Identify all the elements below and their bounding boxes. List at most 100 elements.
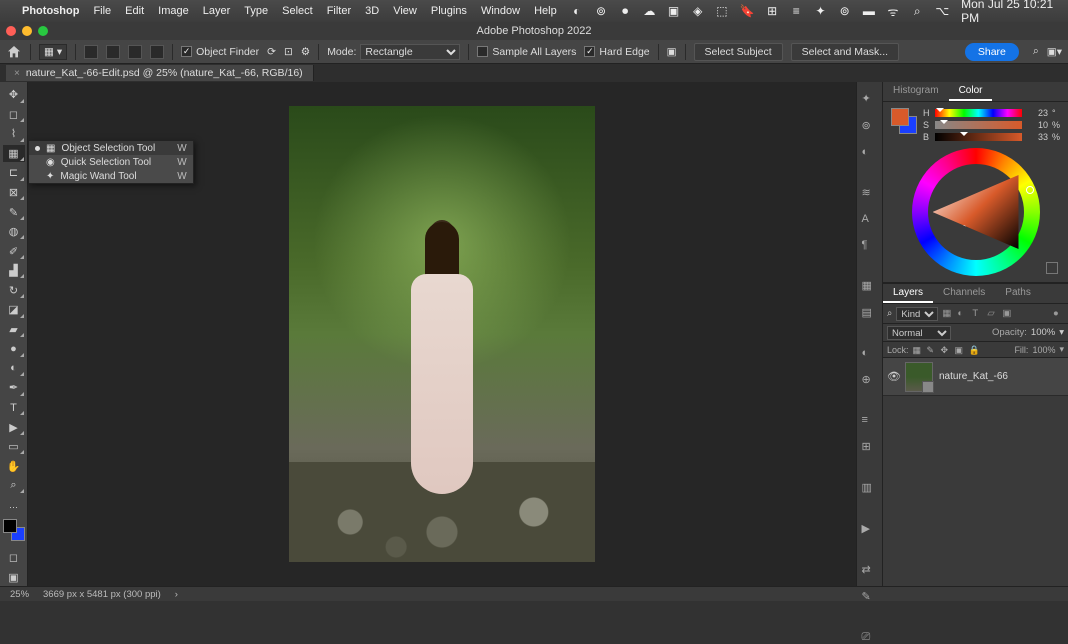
tab-color[interactable]: Color (949, 82, 993, 101)
lasso-tool[interactable]: ⌇ (3, 125, 25, 143)
tab-channels[interactable]: Channels (933, 284, 995, 303)
healing-brush-tool[interactable]: ◍ (3, 223, 25, 241)
status-chevron-icon[interactable]: › (175, 589, 178, 600)
menu-file[interactable]: File (93, 5, 111, 17)
panel-icon[interactable]: ⊞ (862, 440, 878, 453)
select-and-mask-button[interactable]: Select and Mask... (791, 43, 899, 61)
layer-thumbnail[interactable] (905, 362, 933, 392)
wifi-icon[interactable]: ⊚ (839, 4, 851, 18)
hue-slider[interactable] (935, 109, 1022, 117)
tab-paths[interactable]: Paths (995, 284, 1041, 303)
control-center-icon[interactable]: ⌥ (935, 4, 949, 18)
panel-icon[interactable]: ▦ (862, 279, 878, 292)
filter-kind-select[interactable]: Kind (896, 307, 938, 321)
status-icon[interactable]: ⏺ (619, 4, 631, 18)
filter-type-icon[interactable]: T (972, 308, 983, 319)
menu-3d[interactable]: 3D (365, 5, 379, 17)
marquee-tool[interactable]: ◻ (3, 106, 25, 124)
type-tool[interactable]: T (3, 399, 25, 417)
home-icon[interactable] (6, 44, 22, 60)
document-canvas[interactable] (289, 106, 595, 562)
menu-view[interactable]: View (393, 5, 417, 17)
panel-icon[interactable]: ▶ (862, 522, 878, 535)
panel-icon[interactable]: ◐ (862, 146, 878, 158)
zoom-level[interactable]: 25% (10, 589, 29, 600)
status-icon[interactable]: ◐ (571, 4, 583, 18)
lock-transparent-icon[interactable]: ▦ (913, 345, 923, 355)
gradient-tool[interactable]: ▰ (3, 321, 25, 339)
flyout-magic-wand[interactable]: ✦Magic Wand ToolW (29, 169, 193, 183)
status-icon[interactable]: ⊚ (595, 4, 607, 18)
tab-layers[interactable]: Layers (883, 284, 933, 303)
menu-select[interactable]: Select (282, 5, 313, 17)
status-icon[interactable]: 🔖 (740, 4, 754, 18)
object-selection-tool[interactable]: ▦ (3, 145, 25, 163)
filter-shape-icon[interactable]: ▱ (987, 308, 998, 319)
tab-histogram[interactable]: Histogram (883, 82, 949, 101)
panel-icon[interactable]: ✦ (862, 92, 878, 105)
status-icon[interactable]: ≡ (790, 4, 802, 18)
panel-icon[interactable]: ⇄ (862, 563, 878, 576)
filter-toggle-icon[interactable]: ● (1053, 308, 1064, 319)
app-name[interactable]: Photoshop (22, 5, 79, 17)
fill-value[interactable]: 100% (1032, 345, 1055, 355)
bri-value[interactable]: 33 (1026, 132, 1048, 142)
filter-search-icon[interactable]: ⌕ (887, 308, 892, 319)
menu-layer[interactable]: Layer (203, 5, 231, 17)
panel-icon[interactable]: ▥ (862, 481, 878, 494)
document-tab[interactable]: × nature_Kat_-66-Edit.psd @ 25% (nature_… (6, 65, 314, 81)
pen-tool[interactable]: ✒ (3, 379, 25, 397)
edit-toolbar-icon[interactable]: ⋯ (9, 502, 18, 513)
select-subject-button[interactable]: Select Subject (694, 43, 783, 61)
blur-tool[interactable]: ● (3, 340, 25, 358)
close-tab-icon[interactable]: × (14, 68, 20, 79)
menu-filter[interactable]: Filter (327, 5, 351, 17)
foreground-background-colors[interactable] (3, 519, 25, 540)
panel-icon[interactable]: ≡ (862, 414, 878, 426)
panel-icon[interactable]: ◐ (862, 347, 878, 359)
close-button[interactable] (6, 26, 16, 36)
sat-value[interactable]: 10 (1026, 120, 1048, 130)
add-selection-icon[interactable] (106, 45, 120, 59)
doc-dimensions[interactable]: 3669 px x 5481 px (300 ppi) (43, 589, 161, 600)
sat-slider[interactable] (935, 121, 1022, 129)
status-icon[interactable]: ▣ (667, 4, 679, 18)
menu-type[interactable]: Type (244, 5, 268, 17)
status-icon[interactable]: ✦ (814, 4, 826, 18)
shape-tool[interactable]: ▭ (3, 438, 25, 456)
panel-icon[interactable]: ✎ (862, 590, 878, 603)
dodge-tool[interactable]: ◐ (3, 360, 25, 378)
eraser-tool[interactable]: ◪ (3, 301, 25, 319)
brush-tool[interactable]: ✐ (3, 242, 25, 260)
frame-tool[interactable]: ⊠ (3, 184, 25, 202)
sample-all-layers-checkbox[interactable]: Sample All Layers (477, 46, 576, 58)
minimize-button[interactable] (22, 26, 32, 36)
show-objects-icon[interactable]: ⊡ (284, 46, 293, 58)
share-button[interactable]: Share (965, 43, 1019, 61)
flyout-quick-selection[interactable]: ◉Quick Selection ToolW (29, 155, 193, 169)
lock-image-icon[interactable]: ✎ (927, 345, 937, 355)
opacity-chevron-icon[interactable]: ▾ (1059, 327, 1064, 338)
lock-artboard-icon[interactable]: ▣ (955, 345, 965, 355)
filter-adjust-icon[interactable]: ◐ (957, 308, 968, 319)
hard-edge-checkbox[interactable]: Hard Edge (584, 46, 649, 58)
opacity-value[interactable]: 100% (1031, 327, 1055, 338)
hue-value[interactable]: 23 (1026, 108, 1048, 118)
panel-icon[interactable]: A (862, 213, 878, 225)
crop-tool[interactable]: ⊏ (3, 164, 25, 182)
panel-icon[interactable]: ¶ (862, 239, 878, 251)
color-wheel[interactable] (891, 148, 1060, 276)
move-tool[interactable]: ✥ (3, 86, 25, 104)
hand-tool[interactable]: ✋ (3, 457, 25, 475)
eyedropper-tool[interactable]: ✎ (3, 203, 25, 221)
subtract-selection-icon[interactable] (128, 45, 142, 59)
quick-mask-icon[interactable]: ◻ (3, 549, 25, 567)
refresh-icon[interactable]: ⟳ (267, 46, 276, 58)
status-icon[interactable]: ⊞ (766, 4, 778, 18)
filter-smart-icon[interactable]: ▣ (1002, 308, 1013, 319)
color-grid-icon[interactable] (1046, 262, 1058, 274)
history-brush-tool[interactable]: ↻ (3, 281, 25, 299)
zoom-tool[interactable]: ⌕ (3, 477, 25, 495)
workspace-switcher-icon[interactable]: ▣▾ (1047, 46, 1062, 58)
flyout-object-selection[interactable]: ▦Object Selection ToolW (29, 141, 193, 155)
